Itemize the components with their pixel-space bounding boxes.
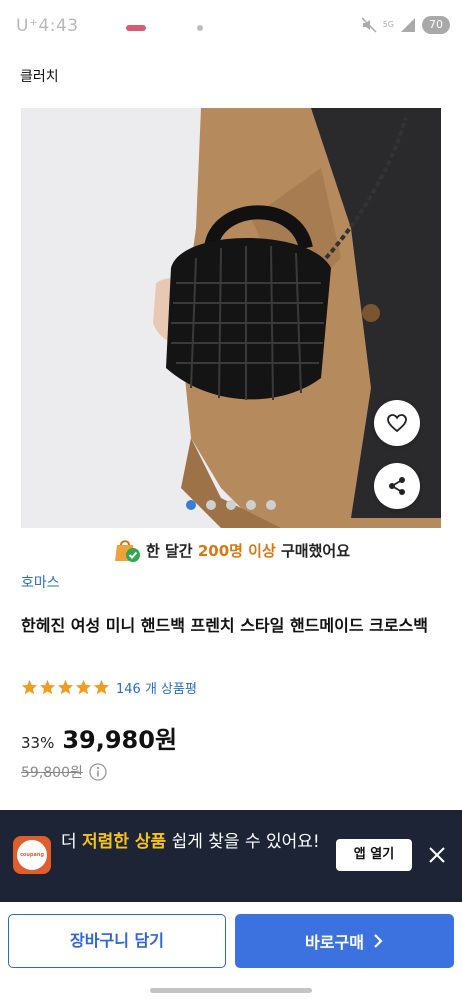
battery-level: 70 — [422, 16, 450, 34]
home-indicator[interactable] — [150, 988, 312, 993]
app-banner-text: 더 저렴한 상품 쉽게 찾을 수 있어요! — [61, 828, 321, 856]
star-icon — [57, 679, 74, 695]
rating-row[interactable]: 146 개 상품평 — [21, 678, 197, 697]
carousel-dot[interactable] — [206, 500, 216, 510]
product-photo — [21, 108, 441, 528]
coupang-logo-text: coupang — [17, 840, 47, 870]
star-icon — [93, 679, 110, 695]
page-title: 클러치 — [20, 69, 59, 85]
star-rating — [21, 679, 110, 696]
close-icon[interactable] — [426, 844, 448, 866]
banner-text-prefix: 더 — [61, 832, 83, 852]
carousel-dot[interactable] — [246, 500, 256, 510]
purchase-count-highlight: 200명 이상 — [197, 541, 276, 560]
carousel-dot[interactable] — [266, 500, 276, 510]
star-icon — [21, 679, 38, 695]
original-price-row: 59,800원 — [21, 762, 107, 782]
mute-icon — [361, 17, 377, 33]
star-icon — [75, 679, 92, 695]
wishlist-button[interactable] — [374, 400, 420, 446]
discount-rate: 33% — [21, 734, 55, 752]
review-count[interactable]: 146 개 상품평 — [116, 678, 197, 697]
notification-pill-icon — [126, 25, 146, 31]
star-icon — [39, 679, 56, 695]
chevron-right-icon — [374, 934, 383, 948]
price-row: 33% 39,980원 — [21, 720, 177, 755]
buy-now-label: 바로구매 — [305, 933, 364, 952]
status-bar: U⁺4:43 5G 70 — [0, 0, 462, 56]
carrier-time: U⁺4:43 — [16, 16, 79, 36]
brand-link[interactable]: 호마스 — [21, 572, 60, 592]
shopping-bag-check-icon — [114, 540, 140, 562]
signal-icon — [401, 18, 415, 32]
sale-price: 39,980원 — [62, 726, 178, 754]
status-icons: 5G 70 — [361, 16, 450, 34]
original-price: 59,800원 — [21, 765, 83, 781]
product-image-carousel[interactable] — [21, 108, 441, 528]
buy-now-button[interactable]: 바로구매 — [235, 914, 454, 968]
app-install-banner: coupang 더 저렴한 상품 쉽게 찾을 수 있어요! 앱 열기 — [0, 810, 462, 902]
product-title: 한헤진 여성 미니 핸드백 프렌치 스타일 핸드메이드 크로스백 — [21, 616, 428, 635]
bottom-action-bar: 장바구니 담기 바로구매 — [0, 902, 462, 1000]
carousel-dot[interactable] — [186, 500, 196, 510]
purchase-text-suffix: 구매했어요 — [275, 541, 351, 560]
purchase-text: 한 달간 200명 이상 구매했어요 — [146, 540, 350, 561]
banner-text-highlight: 저렴한 상품 — [82, 832, 167, 852]
add-to-cart-button[interactable]: 장바구니 담기 — [8, 914, 226, 968]
coupang-logo: coupang — [13, 836, 51, 874]
purchase-text-prefix: 한 달간 — [145, 541, 198, 560]
banner-text-suffix: 쉽게 찾을 수 있어요! — [166, 832, 320, 852]
network-label: 5G — [382, 20, 394, 29]
notification-dot-icon — [197, 25, 203, 31]
info-icon[interactable] — [89, 763, 107, 781]
purchase-count-banner: 한 달간 200명 이상 구매했어요 — [0, 537, 462, 563]
carousel-indicator[interactable] — [21, 500, 441, 510]
share-icon — [389, 477, 405, 495]
heart-icon — [387, 414, 407, 433]
carousel-dot[interactable] — [226, 500, 236, 510]
open-app-button[interactable]: 앱 열기 — [336, 839, 412, 871]
